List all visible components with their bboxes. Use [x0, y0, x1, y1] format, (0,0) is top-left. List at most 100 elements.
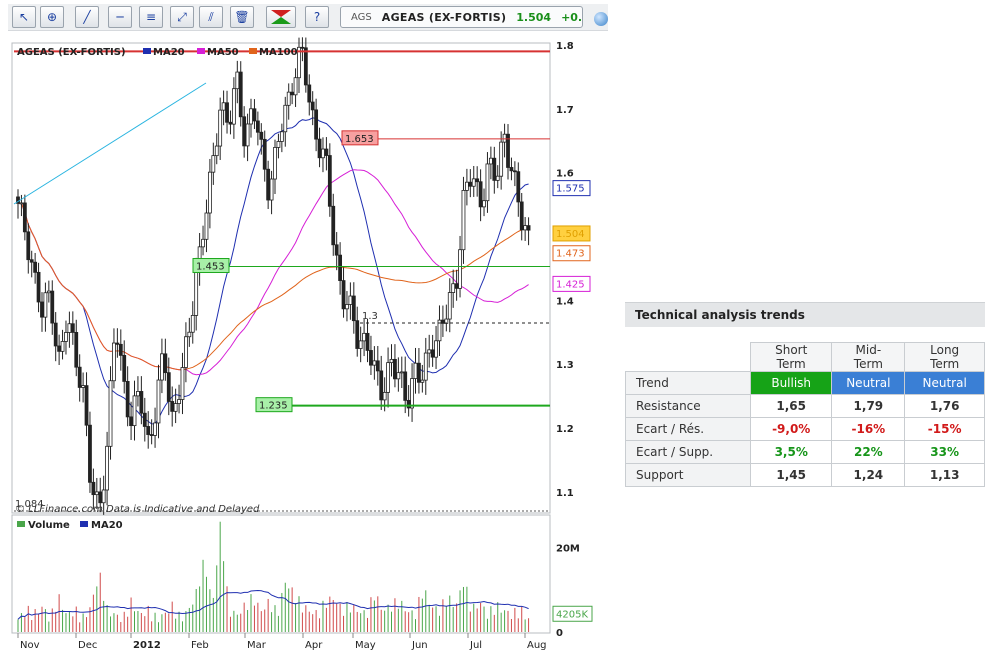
candle-body — [187, 331, 192, 338]
candle-body — [334, 244, 339, 256]
candle-body — [441, 319, 445, 324]
candle-body — [279, 131, 284, 142]
ta-row-label: Support — [625, 463, 751, 487]
x-axis-label: Aug — [527, 640, 547, 651]
candle-body — [91, 481, 96, 496]
candle-body — [386, 362, 390, 393]
candle-body — [163, 353, 168, 374]
candle-body — [36, 271, 41, 303]
candle-body — [341, 280, 346, 310]
candle-body — [156, 379, 161, 424]
candle-body — [40, 301, 44, 318]
candle-body — [300, 46, 305, 49]
candle-body — [64, 332, 68, 342]
candle-body — [286, 91, 291, 106]
ta-cell: -15% — [904, 417, 985, 441]
candle-body — [523, 225, 528, 231]
ta-cell: 1,76 — [904, 394, 985, 418]
legend-swatch — [143, 48, 151, 54]
ta-header-short: Short Term — [749, 342, 833, 372]
candle-body — [160, 353, 164, 381]
candle-body — [262, 138, 267, 170]
candle-body — [249, 108, 253, 125]
candle-body — [252, 108, 257, 122]
candle-body — [283, 104, 288, 133]
level-tag-label: 1.653 — [345, 134, 374, 145]
candle-body — [118, 343, 123, 356]
ta-trend-short: Bullish — [749, 371, 833, 395]
candle-body — [372, 360, 377, 366]
candle-body — [406, 399, 411, 409]
ta-cell: -9,0% — [749, 417, 833, 441]
candle-body — [115, 342, 120, 345]
candle-body — [122, 354, 127, 382]
candle-body — [317, 138, 322, 159]
candle-body — [355, 320, 360, 349]
candle-body — [410, 378, 414, 409]
ta-cell: 1,79 — [831, 394, 906, 418]
candle-body — [50, 290, 55, 324]
ta-trend-mid: Neutral — [831, 371, 906, 395]
candle-body — [33, 261, 38, 273]
candle-body — [307, 84, 312, 103]
candle-body — [375, 360, 380, 372]
candle-body — [485, 163, 490, 202]
ta-table: Short Term Mid-Term Long Term Trend Bull… — [625, 342, 985, 487]
candle-body — [77, 366, 82, 388]
price-tick-label: 1.1 — [556, 488, 574, 499]
candle-body — [136, 391, 140, 397]
candle-body — [369, 350, 373, 366]
candle-body — [348, 295, 353, 305]
x-axis-label: Feb — [191, 640, 209, 651]
candle-body — [351, 295, 356, 322]
candle-body — [276, 141, 281, 148]
price-tick-label: 1.2 — [556, 424, 574, 435]
candle-body — [166, 372, 171, 402]
candle-body — [53, 322, 58, 347]
candle-body — [81, 385, 86, 388]
candle-body — [454, 283, 459, 289]
candle-body — [451, 283, 456, 293]
candle-body — [29, 259, 34, 263]
candle-body — [403, 371, 408, 401]
candle-body — [495, 175, 500, 181]
candle-body — [488, 157, 493, 165]
legend-label: MA100 — [259, 47, 298, 58]
price-tick-label: 1.4 — [556, 296, 574, 307]
candle-body — [478, 181, 483, 208]
candle-body — [231, 88, 236, 125]
candle-body — [499, 141, 504, 177]
candle-body — [194, 271, 199, 316]
candle-body — [101, 489, 106, 504]
ta-cell: 1,45 — [749, 463, 833, 487]
candle-body — [108, 380, 113, 447]
candle-body — [153, 422, 157, 436]
candle-body — [475, 178, 480, 183]
candle-body — [228, 121, 233, 125]
candle-body — [94, 491, 99, 496]
ta-corner — [626, 343, 751, 372]
candle-body — [458, 249, 462, 289]
candle-body — [389, 358, 394, 364]
candle-body — [255, 120, 260, 133]
ta-cell: 1,13 — [904, 463, 985, 487]
ta-cell: 22% — [831, 440, 906, 464]
price-tick-label: 1.7 — [556, 105, 574, 116]
x-axis-label: Nov — [20, 640, 40, 651]
mid-label: 1.3 — [362, 311, 378, 322]
candle-body — [105, 445, 109, 491]
candle-body — [142, 412, 147, 427]
candle-body — [509, 167, 514, 172]
candle-body — [365, 332, 370, 351]
volume-legend-label: MA20 — [91, 520, 123, 531]
candle-body — [184, 336, 188, 368]
ta-cell: 33% — [904, 440, 985, 464]
candle-body — [22, 202, 27, 233]
candle-body — [314, 109, 319, 140]
price-mark-label: 1.425 — [556, 279, 585, 290]
x-axis-label: Dec — [78, 640, 97, 651]
x-axis-label: Mar — [247, 640, 267, 651]
ta-row-label: Ecart / Supp. — [625, 440, 751, 464]
candle-body — [19, 202, 24, 205]
source-note: © LLFinance.com Data is Indicative and D… — [15, 504, 260, 515]
